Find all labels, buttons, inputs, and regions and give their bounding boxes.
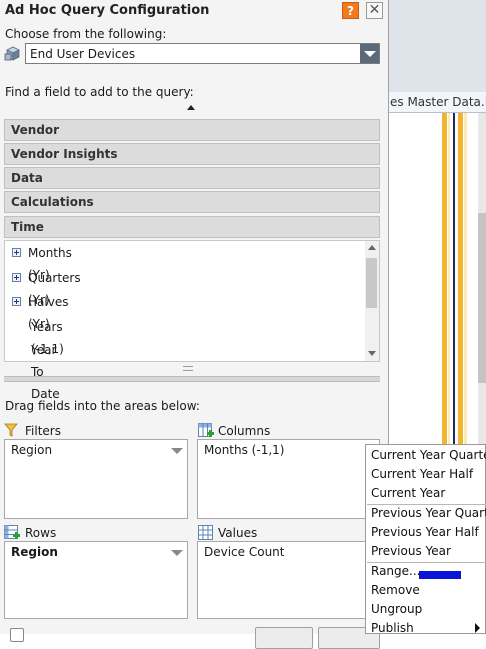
rows-area[interactable]: Region <box>4 541 188 619</box>
category-time[interactable]: Time <box>4 216 380 238</box>
filter-icon <box>4 423 18 437</box>
values-item[interactable]: Device Count <box>204 545 285 559</box>
choose-label: Choose from the following: <box>5 27 167 41</box>
rows-item[interactable]: Region <box>11 545 58 559</box>
scroll-down-icon[interactable] <box>368 351 376 356</box>
category-calculations[interactable]: Calculations <box>4 191 380 213</box>
submenu-arrow-icon <box>475 623 480 633</box>
context-menu: Current Year Quarter Current Year Half C… <box>365 444 486 635</box>
menu-item-current-year-half[interactable]: Current Year Half <box>366 465 486 484</box>
menu-item-current-year[interactable]: Current Year <box>366 484 486 503</box>
find-field-label: Find a field to add to the query: <box>5 85 194 99</box>
splitter-grip[interactable] <box>183 366 193 371</box>
menu-item-ungroup[interactable]: Ungroup <box>366 600 486 619</box>
background-titlebar <box>388 0 486 92</box>
bottom-checkbox[interactable] <box>10 628 24 642</box>
tree-scrollbar-thumb[interactable] <box>366 258 377 308</box>
values-area[interactable]: Device Count <box>197 541 380 619</box>
expand-icon[interactable] <box>12 297 21 306</box>
dialog-title: Ad Hoc Query Configuration <box>5 3 210 18</box>
columns-icon <box>198 423 214 437</box>
values-icon <box>198 525 213 540</box>
category-data[interactable]: Data <box>4 167 380 189</box>
filters-label: Filters <box>25 424 61 438</box>
tree-item-label: Year To Date <box>31 343 60 401</box>
drag-fields-label: Drag fields into the areas below: <box>5 399 200 413</box>
background-tab[interactable]: es Master Data.De <box>388 92 486 113</box>
filters-item[interactable]: Region <box>11 443 52 457</box>
menu-item-remove[interactable]: Remove <box>366 581 486 600</box>
menu-item-previous-year-quarter[interactable]: Previous Year Quarter <box>366 504 486 523</box>
menu-item-previous-year[interactable]: Previous Year <box>366 542 486 561</box>
menu-item-previous-year-half[interactable]: Previous Year Half <box>366 523 486 542</box>
columns-item[interactable]: Months (-1,1) <box>204 443 284 457</box>
rows-label: Rows <box>25 526 57 540</box>
menu-item-current-year-quarter[interactable]: Current Year Quarter <box>366 446 486 465</box>
tree-scrollbar[interactable] <box>365 241 379 361</box>
dialog-titlebar[interactable]: Ad Hoc Query Configuration ? ✕ <box>0 0 388 22</box>
chevron-down-icon[interactable] <box>171 448 183 454</box>
source-select-value: End User Devices <box>30 47 136 61</box>
help-button[interactable]: ? <box>342 2 359 19</box>
collapse-up-icon[interactable] <box>187 105 195 110</box>
scroll-up-icon[interactable] <box>368 245 376 250</box>
filters-area[interactable]: Region <box>4 439 188 519</box>
expand-icon[interactable] <box>12 273 21 282</box>
category-vendor-insights[interactable]: Vendor Insights <box>4 143 380 165</box>
background-tab-label: es Master Data.De <box>390 95 486 109</box>
columns-label: Columns <box>218 424 271 438</box>
field-tree: Months (Yr) Quarters (Yr) Halves (Yr) Ye… <box>4 240 380 401</box>
chevron-down-icon[interactable] <box>360 44 379 63</box>
columns-area[interactable]: Months (-1,1) <box>197 439 380 519</box>
values-label: Values <box>218 526 258 540</box>
ad-hoc-query-dialog: Ad Hoc Query Configuration ? ✕ Choose fr… <box>0 0 389 649</box>
menu-item-publish[interactable]: Publish <box>366 619 486 638</box>
chevron-down-icon[interactable] <box>171 550 183 556</box>
category-vendor[interactable]: Vendor <box>4 119 380 141</box>
background-scrollbar-thumb[interactable] <box>478 213 486 383</box>
rows-icon <box>4 525 20 539</box>
range-color-swatch <box>419 571 461 579</box>
database-cube-icon <box>4 46 20 61</box>
splitter[interactable] <box>4 376 380 382</box>
ok-button[interactable] <box>255 627 313 649</box>
expand-icon[interactable] <box>12 248 21 257</box>
source-select[interactable]: End User Devices <box>25 43 380 64</box>
close-button[interactable]: ✕ <box>366 2 383 19</box>
